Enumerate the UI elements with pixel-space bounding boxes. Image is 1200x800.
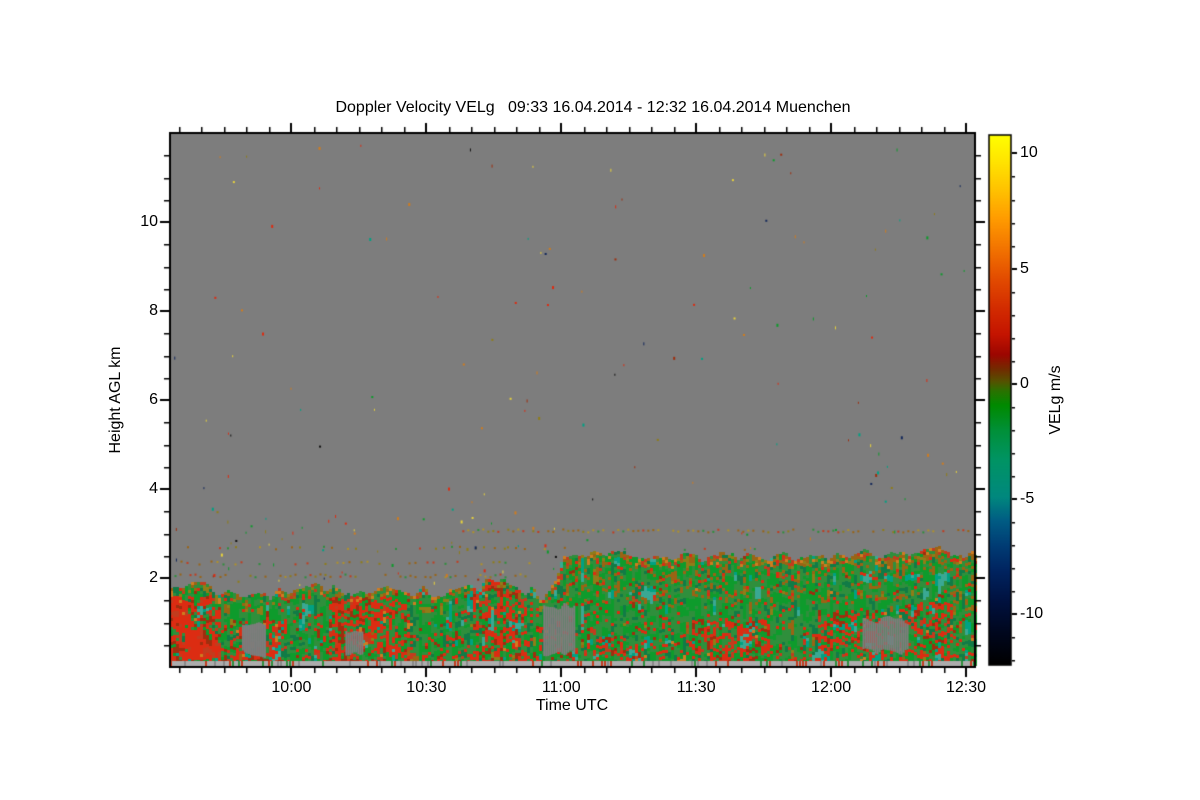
colorbar-tick-label: 10 [1020,145,1038,161]
velocity-heatmap-canvas [0,0,1200,800]
y-tick-label: 10 [110,214,158,230]
y-tick-label: 6 [110,392,158,408]
x-tick-label: 12:30 [946,680,986,696]
colorbar-tick-label: 5 [1020,261,1029,277]
y-tick-label: 8 [110,303,158,319]
x-axis-label: Time UTC [536,698,608,714]
x-tick-label: 11:00 [542,680,581,696]
colorbar-tick-label: -10 [1020,606,1043,622]
colorbar-tick-label: -5 [1020,491,1034,507]
x-tick-label: 10:30 [406,680,446,696]
x-tick-label: 12:00 [811,680,851,696]
x-tick-label: 10:00 [271,680,311,696]
doppler-velocity-quicklook: Doppler Velocity VELg 09:33 16.04.2014 -… [0,0,1200,800]
colorbar-label: VELg m/s [1048,365,1064,434]
y-tick-label: 2 [110,570,158,586]
y-tick-label: 4 [110,481,158,497]
colorbar-tick-label: 0 [1020,376,1029,392]
x-tick-label: 11:30 [677,680,716,696]
chart-title: Doppler Velocity VELg 09:33 16.04.2014 -… [170,100,1016,116]
